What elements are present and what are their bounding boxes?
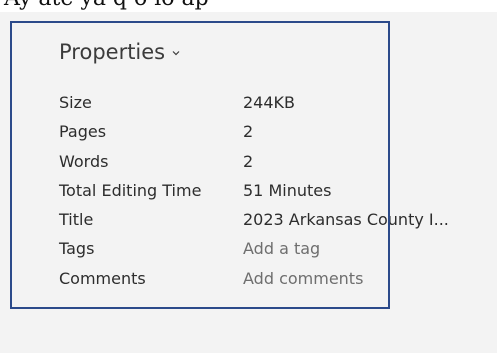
property-value-total-editing-time: 51 Minutes: [243, 180, 332, 200]
property-value-words: 2: [243, 151, 254, 171]
clipped-document-text-strip: Ay ate ya q o lo ap: [0, 0, 497, 12]
property-label-size: Size: [59, 93, 92, 112]
property-row-comments: Comments Add comments: [59, 264, 479, 293]
property-row-words: Words 2: [59, 147, 479, 176]
property-row-tags: Tags Add a tag: [59, 234, 479, 263]
properties-panel: Properties Size 244KB Pages 2 Words 2 To…: [0, 12, 497, 353]
property-row-title: Title 2023 Arkansas County I...: [59, 205, 479, 234]
property-label-total-editing-time: Total Editing Time: [59, 180, 202, 200]
properties-list: Size 244KB Pages 2 Words 2 Total Editing…: [59, 88, 479, 293]
property-label-title: Title: [59, 210, 94, 230]
property-value-size: 244KB: [243, 93, 296, 112]
property-label-comments: Comments: [59, 268, 146, 288]
chevron-down-icon: [172, 51, 180, 56]
property-value-pages: 2: [243, 122, 254, 142]
add-comments-field[interactable]: Add comments: [243, 264, 363, 293]
property-row-total-editing-time: Total Editing Time 51 Minutes: [59, 176, 479, 205]
clipped-document-text: Ay ate ya q o lo ap: [4, 0, 209, 11]
properties-heading: Properties: [59, 40, 166, 64]
property-row-size: Size 244KB: [59, 88, 479, 117]
properties-header-toggle[interactable]: Properties: [59, 40, 181, 64]
property-label-pages: Pages: [59, 122, 107, 142]
property-label-words: Words: [59, 151, 109, 171]
add-tag-field[interactable]: Add a tag: [243, 234, 320, 263]
property-value-title-field[interactable]: 2023 Arkansas County I...: [243, 205, 449, 234]
property-label-tags: Tags: [59, 239, 95, 259]
property-row-pages: Pages 2: [59, 117, 479, 146]
